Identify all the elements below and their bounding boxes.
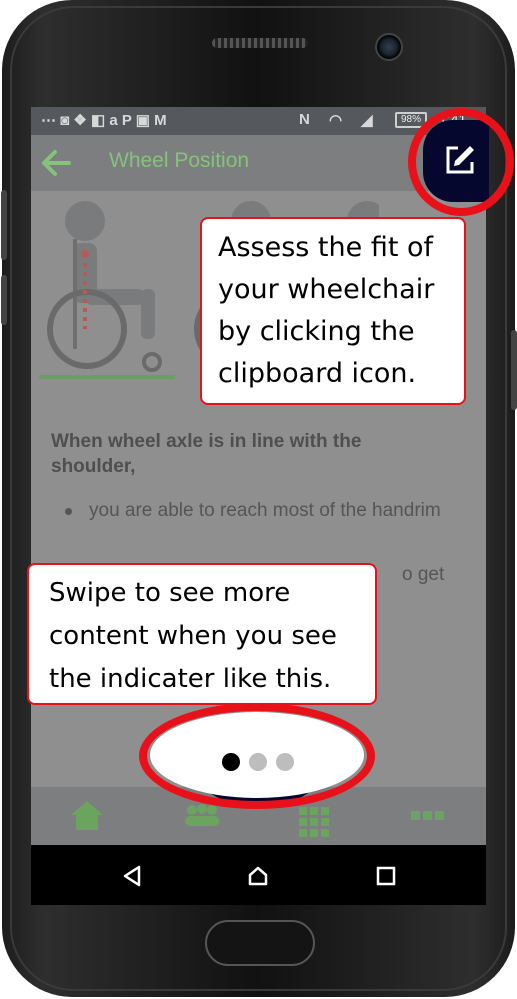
volume-button xyxy=(1,190,7,260)
recents-square-icon[interactable] xyxy=(375,865,397,887)
swipe-tip-callout: Swipe to see more content when you see t… xyxy=(27,563,377,705)
content-heading: When wheel axle is in line with the shou… xyxy=(51,431,362,477)
nfc-icon: N xyxy=(299,111,310,128)
grid-icon[interactable] xyxy=(299,807,329,837)
home-icon[interactable] xyxy=(69,799,105,831)
wifi-icon: ◠ xyxy=(329,112,343,129)
notification-icons: ⋯ ◙ ❖ ◧ a P ▣ M xyxy=(41,112,167,129)
system-navigation-bar xyxy=(31,845,486,905)
more-icon[interactable] xyxy=(411,811,445,821)
arrow-left-icon[interactable] xyxy=(41,149,71,177)
wheelchair-illustration-1 xyxy=(47,201,162,372)
home-circle-icon[interactable] xyxy=(247,865,269,887)
clipboard-highlight-ring xyxy=(408,108,514,216)
physical-home-button[interactable] xyxy=(205,920,315,966)
people-icon[interactable] xyxy=(182,803,222,827)
bullet-list: you are able to reach most of the handri… xyxy=(51,495,461,526)
earpiece-speaker xyxy=(212,38,308,48)
bixby-button xyxy=(1,275,7,325)
partially-hidden-text: o get xyxy=(402,564,445,585)
signal-icon: ◢ xyxy=(361,112,373,129)
clipboard-tip-callout: Assess the fit of your wheelchair by cli… xyxy=(200,217,466,405)
front-camera xyxy=(375,33,403,61)
power-button xyxy=(511,330,517,410)
back-triangle-icon[interactable] xyxy=(121,865,143,887)
page-title: Wheel Position xyxy=(109,149,250,172)
pager-highlight-ring xyxy=(139,703,375,809)
ground-line xyxy=(39,375,175,379)
list-item: you are able to reach most of the handri… xyxy=(51,495,461,526)
